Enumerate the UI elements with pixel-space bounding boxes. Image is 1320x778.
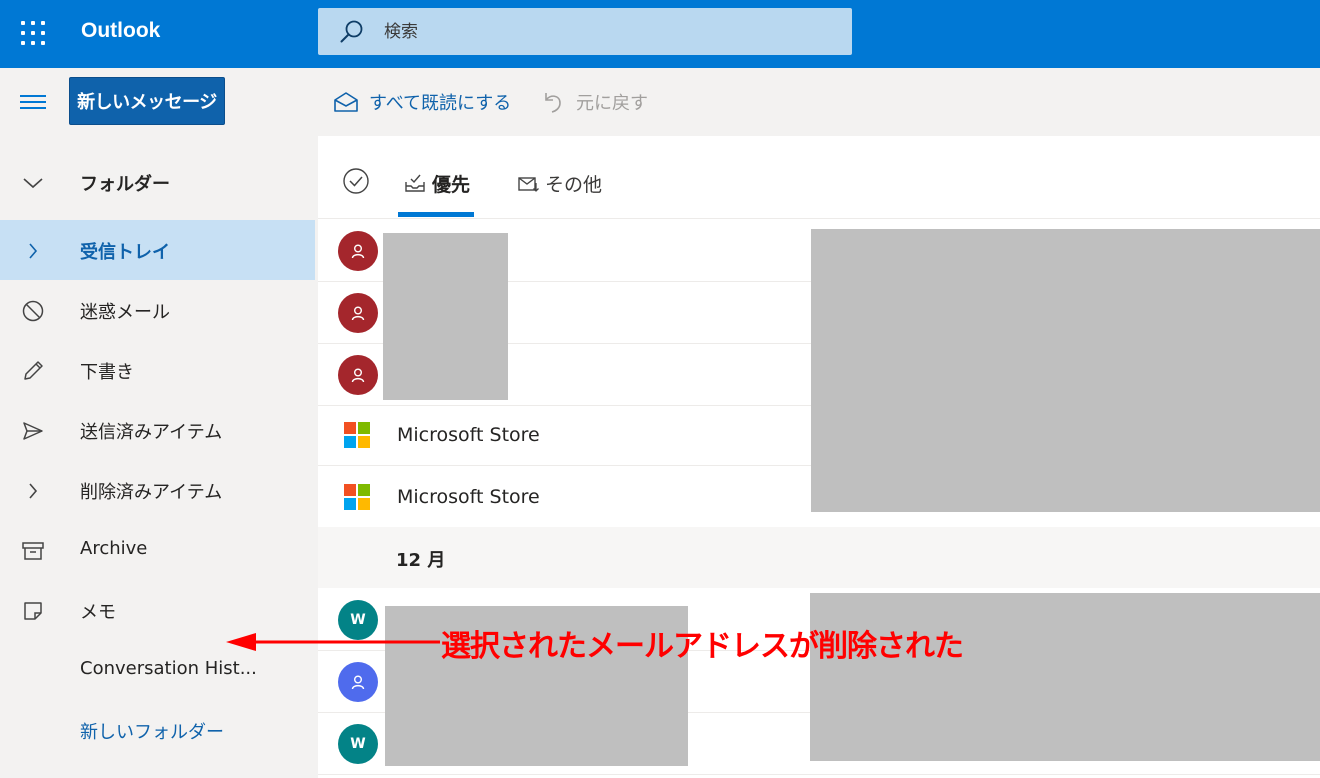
search-box[interactable] [318, 8, 852, 55]
top-bar: Outlook [0, 0, 1320, 68]
sidebar-item-archive[interactable]: Archive [0, 520, 315, 580]
date-group-label: 12 月 [396, 550, 446, 571]
sidebar-item-label: 迷惑メール [80, 302, 170, 323]
sidebar-item-label: Archive [80, 538, 148, 559]
inbox-tabs: 優先 その他 [318, 136, 1320, 219]
command-bar: 新しいメッセージ すべて既読にする 元に戻す [0, 68, 1320, 136]
archive-icon [20, 538, 46, 564]
redacted-area [383, 233, 508, 400]
sidebar-item-drafts[interactable]: 下書き [0, 340, 315, 400]
mail-down-icon [518, 177, 539, 192]
hamburger-menu-icon[interactable] [20, 92, 46, 112]
undo-icon [545, 93, 561, 113]
avatar [338, 293, 378, 333]
tab-focused-label: 優先 [432, 173, 471, 196]
date-group-header: 12 月 [318, 527, 1320, 588]
inbox-check-icon [405, 174, 425, 192]
search-icon[interactable] [338, 18, 366, 46]
message-list: 優先 その他 Microsoft Store Microsoft Store 1… [318, 136, 1320, 778]
undo-button[interactable]: 元に戻す [540, 88, 648, 116]
tab-other-label: その他 [545, 173, 603, 196]
redacted-area [810, 593, 1320, 761]
sidebar-item-label: 下書き [80, 362, 134, 383]
active-tab-indicator [398, 212, 474, 217]
person-icon [351, 368, 365, 383]
sidebar-item-deleted[interactable]: 削除済みアイテム [0, 460, 315, 520]
mark-all-read-button[interactable]: すべて既読にする [333, 88, 511, 116]
folder-pane: フォルダー 受信トレイ 迷惑メール 下書き 送信済みアイテム 削除済みアイテム [0, 136, 318, 778]
folders-label: フォルダー [80, 174, 170, 195]
annotation-text: 選択されたメールアドレスが削除された [441, 629, 964, 664]
sidebar-item-label: 送信済みアイテム [80, 422, 223, 443]
sidebar-item-label: メモ [80, 602, 116, 623]
folders-header[interactable]: フォルダー [0, 152, 315, 212]
sidebar-item-inbox[interactable]: 受信トレイ [0, 220, 315, 280]
avatar [338, 355, 378, 395]
send-icon [20, 418, 46, 444]
avatar: W [338, 724, 378, 764]
tab-other[interactable]: その他 [517, 172, 603, 196]
pencil-icon [20, 358, 46, 384]
tab-focused[interactable]: 優先 [404, 172, 471, 196]
block-icon [20, 298, 46, 324]
app-launcher-icon[interactable] [19, 19, 47, 47]
person-icon [351, 244, 365, 259]
redacted-area [811, 229, 1320, 512]
new-folder-link[interactable]: 新しいフォルダー [0, 700, 315, 760]
chevron-right-icon[interactable] [20, 238, 46, 264]
chevron-down-icon [20, 170, 46, 196]
note-icon [20, 598, 46, 624]
select-all-checkmark-icon[interactable] [342, 167, 370, 195]
person-icon [351, 675, 365, 690]
envelope-open-icon [334, 92, 358, 112]
search-input[interactable] [384, 8, 834, 55]
mark-all-read-label: すべて既読にする [369, 93, 512, 114]
sender-name: Microsoft Store [397, 424, 540, 446]
sender-name: Microsoft Store [397, 486, 540, 508]
sidebar-item-label: 削除済みアイテム [80, 482, 223, 503]
avatar [338, 662, 378, 702]
person-icon [351, 306, 365, 321]
sidebar-item-sent[interactable]: 送信済みアイテム [0, 400, 315, 460]
new-message-button[interactable]: 新しいメッセージ [69, 77, 225, 125]
undo-label: 元に戻す [576, 93, 648, 114]
sidebar-item-junk[interactable]: 迷惑メール [0, 280, 315, 340]
sidebar-item-label: 受信トレイ [80, 242, 170, 263]
app-title[interactable]: Outlook [81, 19, 160, 43]
microsoft-logo-icon [344, 484, 370, 510]
new-folder-label: 新しいフォルダー [80, 722, 224, 743]
chevron-right-icon[interactable] [20, 478, 46, 504]
microsoft-logo-icon [344, 422, 370, 448]
avatar [338, 231, 378, 271]
